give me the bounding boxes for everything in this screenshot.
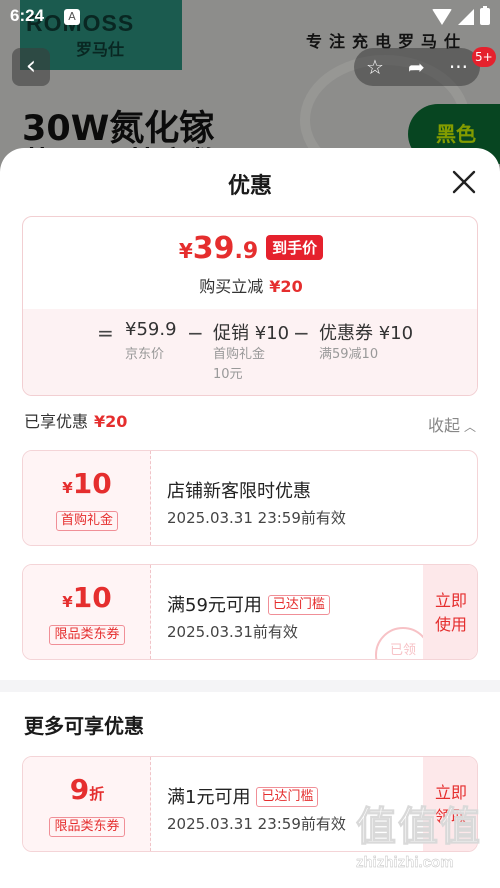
final-price: ¥39.9 到手价 [23,231,477,266]
base-price-label: 京东价 [125,347,165,362]
price-formula: = ¥59.9 京东价 − 促销 ¥10 首购礼金 10元 − 优惠券 ¥10 … [23,309,477,395]
close-icon[interactable] [450,168,478,196]
coupon-validity: 2025.03.31前有效 [167,623,298,641]
discount-line: 购买立减 ¥20 [23,273,477,297]
wifi-icon [432,8,452,25]
watermark-url: zhizhizhi.com [356,854,454,871]
coupon-title: 满59元可用 已达门槛 [167,591,330,617]
promo-note-2: 10元 [213,367,243,382]
coupon-value: ¥10 [23,467,151,500]
message-count-badge: 5+ [472,47,496,67]
coupon-kind-tag: 首购礼金 [55,511,118,531]
equals-sign: = [97,321,114,345]
price-integer: 39 [192,231,235,266]
signal-icon [458,8,474,25]
coupon-title-text: 满59元可用 [167,595,262,616]
favorite-star-icon[interactable]: ☆ [366,55,384,79]
enjoyed-amount: ¥20 [94,412,128,431]
price-summary-card: ¥39.9 到手价 购买立减 ¥20 = ¥59.9 京东价 − 促销 ¥10 首购… [22,216,478,396]
battery-icon [480,6,490,25]
threshold-met-tag: 已达门槛 [256,787,319,807]
more-discounts-title: 更多可享优惠 [24,714,144,738]
coupon-currency: ¥ [62,479,73,497]
more-icon[interactable]: ··· [449,55,468,79]
discount-rate-value: 9 [69,773,90,806]
enjoyed-label: 已享优惠 [24,412,89,431]
sheet-title: 优惠 [227,174,272,199]
coupon-validity: 2025.03.31 23:59前有效 [167,509,346,527]
coupon-value-panel: ¥10 首购礼金 [23,451,151,545]
watermark-logo: 值值值 zhizhizhi.com [356,794,492,884]
coupon-kind-tag: 限品类东券 [49,625,125,645]
coupon-amount-value: 10 [72,467,112,500]
back-button[interactable]: ‹ [12,48,50,86]
threshold-met-tag: 已达门槛 [267,595,330,615]
coupon-title: 满1元可用 已达门槛 [167,783,319,809]
notification-icon: A [64,9,80,25]
status-time: 6:24 [10,6,45,25]
section-divider [0,680,500,692]
coupon-kind-tag: 限品类东券 [49,817,125,837]
use-now-button[interactable]: 立即 使用 [423,565,477,659]
coupon-value-panel: ¥10 限品类东券 [23,565,151,659]
share-icon[interactable]: ➦ [408,55,425,79]
status-bar: 6:24 A [0,0,500,34]
chevron-up-icon: ︿ [464,420,477,434]
discount-sheet: 优惠 ¥39.9 到手价 购买立减 ¥20 = ¥59.9 京东价 − 促销 ¥10… [0,148,500,888]
price-decimal: .9 [234,239,259,264]
discount-label: 购买立减 [199,277,264,296]
promo-amount: 促销 ¥10 [213,323,290,344]
collapse-label: 收起 [428,416,461,435]
coupon-title: 店铺新客限时优惠 [167,481,311,502]
coupon-value: 9折 [23,773,151,806]
currency-symbol: ¥ [178,239,193,263]
coupon-amount: 优惠券 ¥10 [319,323,414,344]
discount-amount: ¥20 [269,277,303,296]
coupon-amount-value: 10 [72,581,112,614]
use-now-line1: 立即 [434,591,467,610]
coupon-title-text: 满1元可用 [167,787,251,808]
minus-sign-2: − [293,321,310,345]
coupon-card[interactable]: ¥10 首购礼金 店铺新客限时优惠 2025.03.31 23:59前有效 [22,450,478,546]
coupon-card[interactable]: ¥10 限品类东券 满59元可用 已达门槛 2025.03.31前有效 已领 立即… [22,564,478,660]
coupon-note: 满59减10 [319,347,379,362]
coupon-currency: ¥ [62,593,73,611]
final-price-tag: 到手价 [266,235,324,260]
enjoyed-discount: 已享优惠 ¥20 [24,408,127,432]
discount-rate-unit: 折 [89,785,105,803]
coupon-validity: 2025.03.31 23:59前有效 [167,815,346,833]
use-now-line2: 使用 [434,615,467,634]
coupon-value: ¥10 [23,581,151,614]
base-price: ¥59.9 [125,319,177,340]
minus-sign: − [187,321,204,345]
coupon-value-panel: 9折 限品类东券 [23,757,151,851]
watermark-glyphs: 值值值 [356,804,482,851]
collapse-toggle[interactable]: 收起 ︿ [428,412,476,436]
promo-note: 首购礼金 [213,347,266,362]
top-actions: ☆ ➦ ··· [354,48,480,86]
